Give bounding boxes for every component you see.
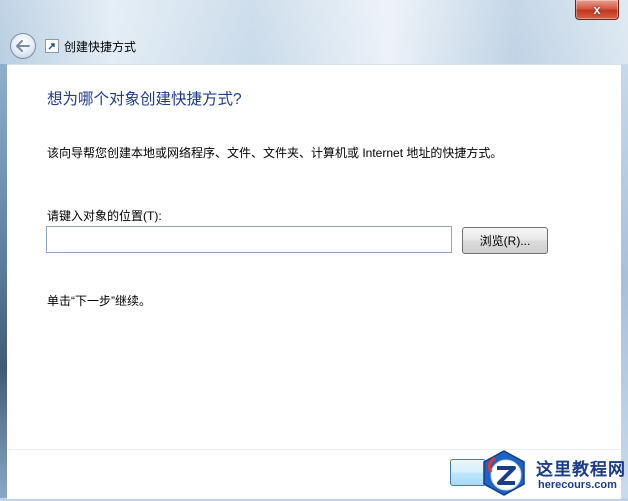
- page-description: 该向导帮您创建本地或网络程序、文件、文件夹、计算机或 Internet 地址的快…: [47, 146, 503, 160]
- frame-left-edge: [0, 64, 7, 498]
- location-input[interactable]: [46, 226, 452, 253]
- browse-button[interactable]: 浏览(R)...: [462, 227, 548, 254]
- location-label: 请键入对象的位置(T):: [47, 209, 162, 223]
- close-button[interactable]: x: [575, 0, 619, 20]
- watermark-url: herecours.com: [538, 479, 617, 491]
- frame-right-edge: [621, 64, 628, 498]
- back-arrow-icon: [16, 40, 30, 52]
- shortcut-wizard-icon: [45, 39, 59, 53]
- wizard-content: 想为哪个对象创建快捷方式? 该向导帮您创建本地或网络程序、文件、文件夹、计算机或…: [7, 64, 621, 499]
- close-icon: x: [593, 2, 601, 17]
- page-heading: 想为哪个对象创建快捷方式?: [47, 91, 242, 108]
- watermark-title: 这里教程网: [536, 460, 626, 480]
- next-hint: 单击“下一步”继续。: [47, 294, 151, 308]
- window-title: 创建快捷方式: [64, 40, 137, 54]
- watermark: 这里教程网 herecours.com: [478, 448, 628, 498]
- back-button[interactable]: [10, 33, 36, 59]
- watermark-logo-icon: [482, 450, 526, 496]
